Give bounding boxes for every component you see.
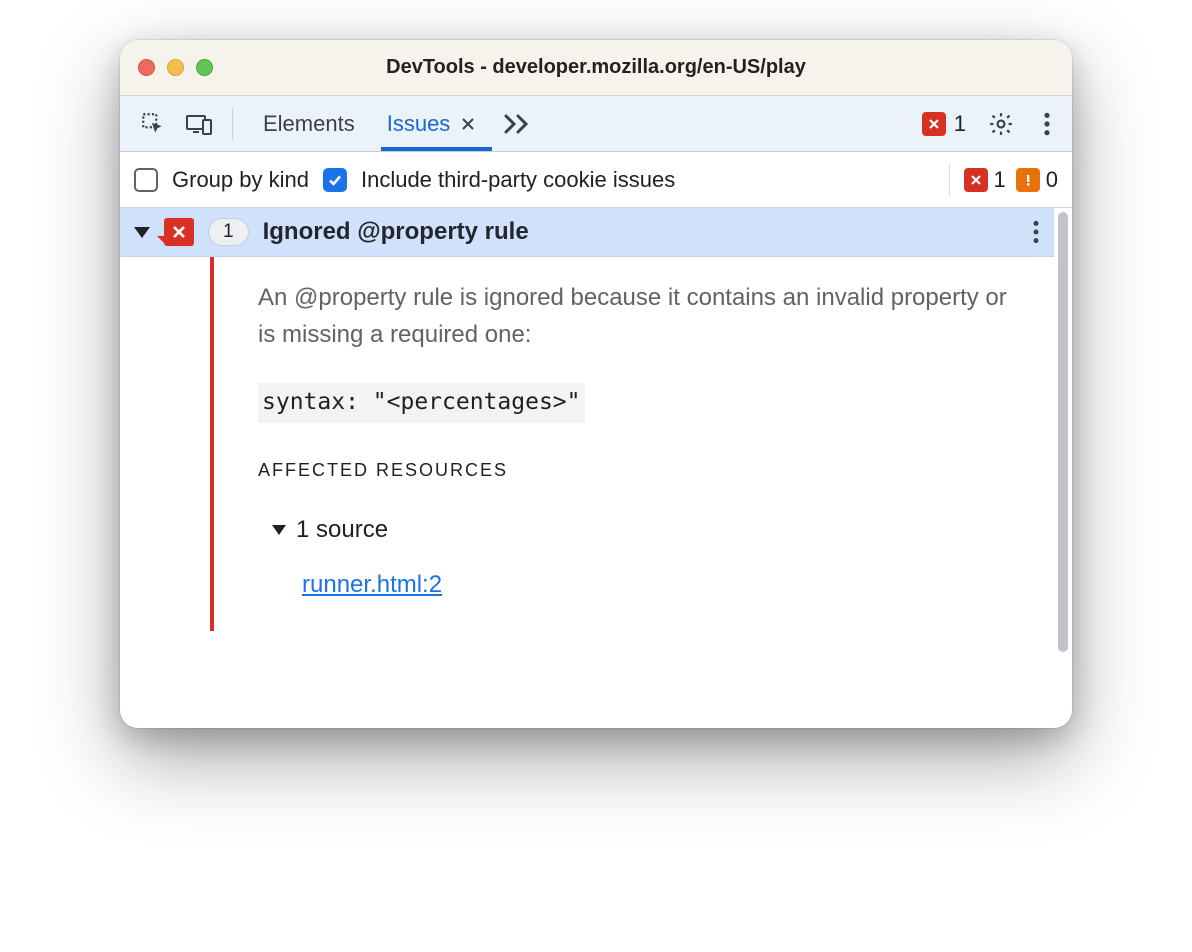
source-link[interactable]: runner.html:2 bbox=[302, 571, 442, 598]
expand-triangle-icon bbox=[272, 525, 286, 535]
group-by-kind-checkbox[interactable] bbox=[134, 168, 158, 192]
window-zoom-button[interactable] bbox=[196, 59, 213, 76]
inspect-element-icon[interactable] bbox=[134, 105, 172, 143]
issue-code-snippet: syntax: "<percentages>" bbox=[258, 383, 585, 423]
issue-more-icon[interactable] bbox=[1032, 219, 1040, 245]
error-count: 1 bbox=[954, 111, 966, 137]
affected-resources-heading: AFFECTED RESOURCES bbox=[258, 457, 1018, 485]
scrollbar-thumb[interactable] bbox=[1058, 212, 1068, 652]
more-options-icon[interactable] bbox=[1028, 105, 1066, 143]
tab-elements[interactable]: Elements bbox=[247, 96, 371, 151]
third-party-checkbox[interactable] bbox=[323, 168, 347, 192]
issue-title: Ignored @property rule bbox=[263, 218, 529, 246]
settings-gear-icon[interactable] bbox=[982, 105, 1020, 143]
issues-content: 1 Ignored @property rule An @property ru… bbox=[120, 208, 1072, 728]
close-tab-icon[interactable] bbox=[460, 116, 476, 132]
window-close-button[interactable] bbox=[138, 59, 155, 76]
source-summary-row[interactable]: 1 source bbox=[258, 511, 1018, 548]
devtools-window: DevTools - developer.mozilla.org/en-US/p… bbox=[120, 40, 1072, 728]
traffic-lights bbox=[138, 59, 213, 76]
issue-body: An @property rule is ignored because it … bbox=[120, 257, 1054, 631]
error-icon bbox=[922, 112, 946, 136]
warning-count-value: 0 bbox=[1046, 167, 1058, 193]
issues-options-bar: Group by kind Include third-party cookie… bbox=[120, 152, 1072, 208]
titlebar: DevTools - developer.mozilla.org/en-US/p… bbox=[120, 40, 1072, 96]
warning-icon bbox=[1016, 168, 1040, 192]
panel-tabs: Elements Issues bbox=[247, 96, 542, 151]
options-divider bbox=[949, 164, 950, 196]
warning-count-pill[interactable]: 0 bbox=[1016, 167, 1058, 193]
toolbar-divider bbox=[232, 108, 233, 140]
main-toolbar: Elements Issues 1 bbox=[120, 96, 1072, 152]
issue-counts: 1 0 bbox=[964, 167, 1059, 193]
device-toolbar-icon[interactable] bbox=[180, 105, 218, 143]
issue-count-pill: 1 bbox=[208, 218, 249, 246]
more-tabs-button[interactable] bbox=[492, 96, 542, 151]
window-title: DevTools - developer.mozilla.org/en-US/p… bbox=[120, 56, 1072, 79]
source-link-row: runner.html:2 bbox=[258, 566, 1018, 603]
vertical-scrollbar[interactable] bbox=[1056, 212, 1070, 724]
third-party-label: Include third-party cookie issues bbox=[361, 167, 675, 193]
toolbar-error-badge[interactable]: 1 bbox=[914, 111, 974, 137]
issue-header[interactable]: 1 Ignored @property rule bbox=[120, 208, 1054, 257]
tab-issues[interactable]: Issues bbox=[371, 96, 493, 151]
issue-error-icon bbox=[164, 218, 194, 246]
tab-label: Issues bbox=[387, 111, 451, 137]
error-icon bbox=[964, 168, 988, 192]
error-count-pill[interactable]: 1 bbox=[964, 167, 1006, 193]
group-by-kind-label: Group by kind bbox=[172, 167, 309, 193]
expand-triangle-icon bbox=[134, 227, 150, 238]
issue-description: An @property rule is ignored because it … bbox=[258, 279, 1018, 353]
source-summary-text: 1 source bbox=[296, 511, 388, 548]
tab-label: Elements bbox=[263, 111, 355, 137]
window-minimize-button[interactable] bbox=[167, 59, 184, 76]
error-count-value: 1 bbox=[994, 167, 1006, 193]
